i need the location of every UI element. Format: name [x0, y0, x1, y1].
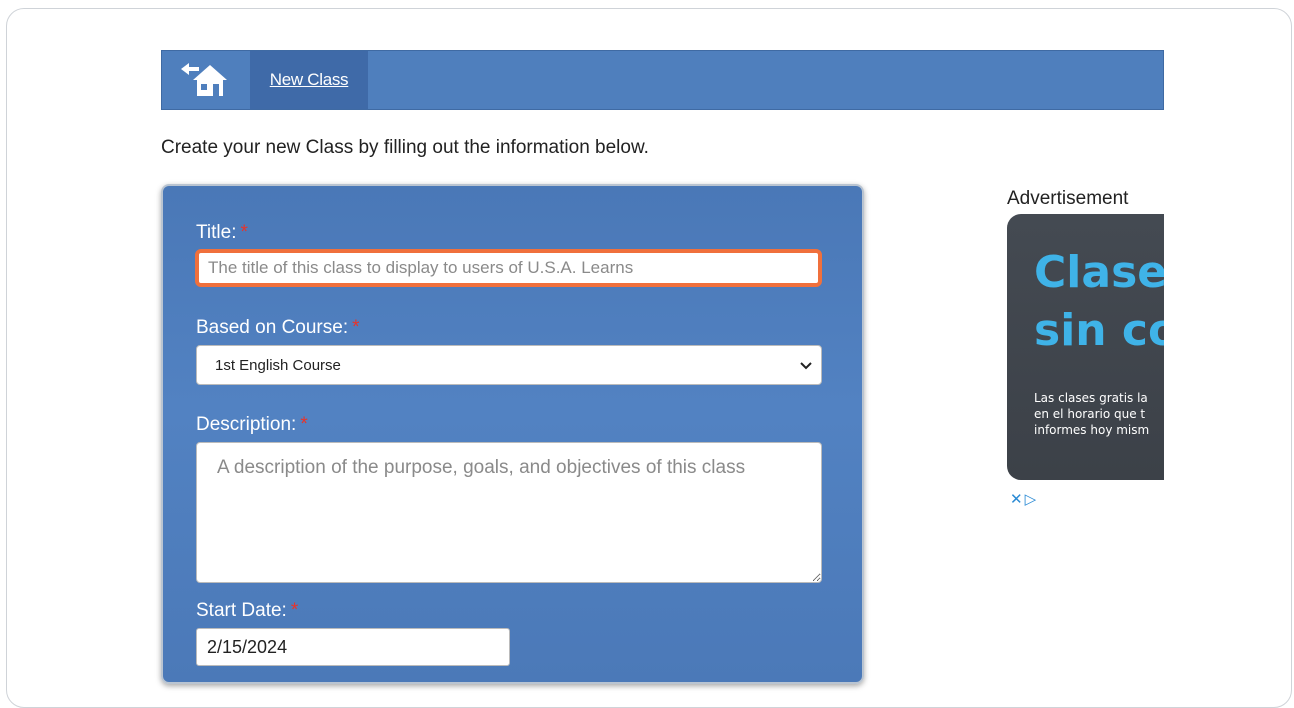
course-label: Based on Course: *: [196, 317, 360, 338]
adchoices-icon[interactable]: ▷: [1025, 490, 1037, 508]
description-textarea[interactable]: [196, 442, 822, 583]
description-label: Description: *: [196, 414, 308, 435]
ad-body-text: Las clases gratis la en el horario que t…: [1034, 390, 1149, 438]
top-navbar: New Class: [161, 50, 1164, 110]
start-date-input[interactable]: [196, 628, 510, 666]
title-input[interactable]: [195, 249, 822, 287]
start-date-label: Start Date: *: [196, 600, 299, 621]
tab-new-class[interactable]: New Class: [250, 51, 368, 109]
ad-headline: Clases sin co: [1034, 244, 1164, 360]
ad-body-line-1: Las clases gratis la: [1034, 391, 1148, 405]
ad-body-line-3: informes hoy mism: [1034, 423, 1150, 437]
required-mark: *: [290, 600, 299, 621]
course-select-value: 1st English Course: [215, 356, 341, 374]
new-class-form: Title:* Based on Course:* 1st English Co…: [161, 184, 864, 684]
home-back-icon: [181, 63, 227, 96]
required-mark: *: [300, 414, 308, 435]
course-select[interactable]: 1st English Course: [196, 345, 822, 385]
close-icon[interactable]: ✕: [1010, 490, 1023, 508]
required-mark: *: [352, 317, 360, 338]
ad-headline-line-2: sin co: [1034, 305, 1164, 356]
ad-headline-line-1: Clases: [1034, 247, 1164, 298]
intro-text: Create your new Class by filling out the…: [161, 137, 649, 158]
home-button[interactable]: [162, 51, 250, 109]
ad-body-line-2: en el horario que t: [1034, 407, 1146, 421]
advertisement-banner[interactable]: Clases sin co Las clases gratis la en el…: [1007, 214, 1164, 480]
advertisement-label: Advertisement: [1007, 188, 1129, 209]
chevron-down-icon: [800, 362, 812, 370]
required-mark: *: [240, 222, 248, 243]
ad-controls: ✕ ▷: [1010, 490, 1036, 508]
title-label: Title: *: [196, 222, 248, 243]
